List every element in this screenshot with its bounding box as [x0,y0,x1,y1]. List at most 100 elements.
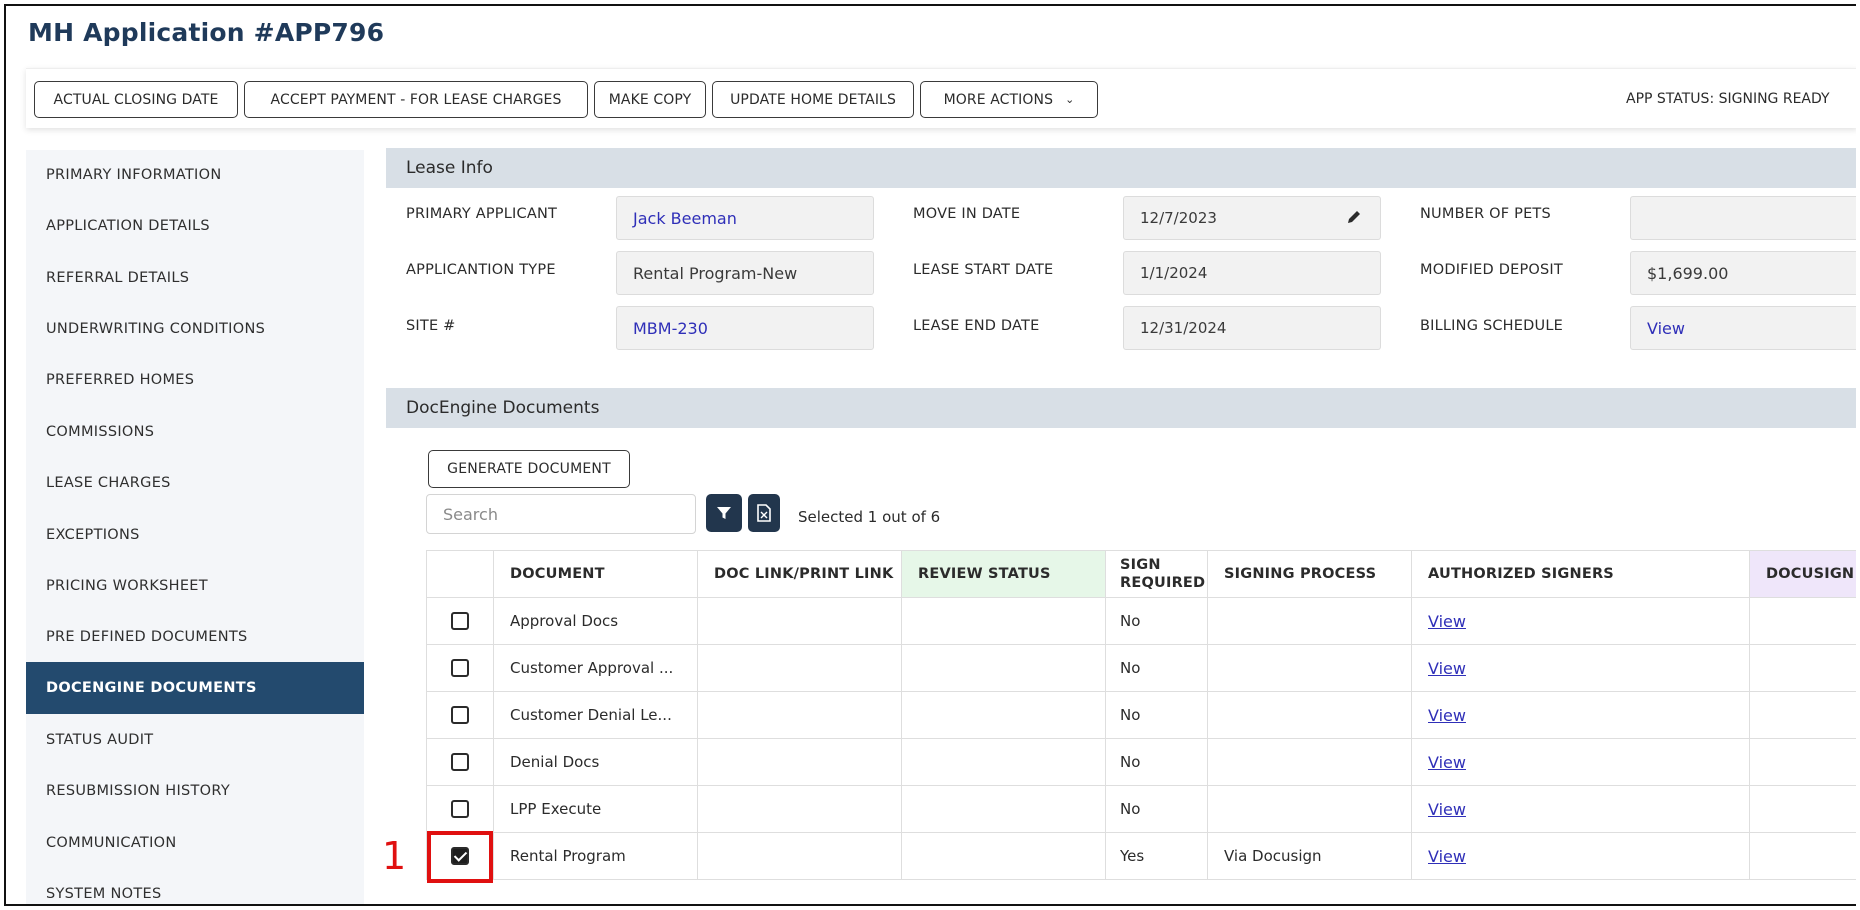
authorized-signers-view-link[interactable]: View [1428,612,1466,631]
search-input[interactable] [426,494,696,534]
review-status-cell [902,645,1106,692]
move-in-date-field[interactable]: 12/7/2023 [1123,196,1381,240]
sidebar-item-status-audit[interactable]: STATUS AUDIT [26,715,364,765]
row-checkbox[interactable] [451,706,469,724]
review-status-cell [902,692,1106,739]
selection-count: Selected 1 out of 6 [798,508,941,526]
sidebar-item-primary-information[interactable]: PRIMARY INFORMATION [26,150,364,200]
signing-process-cell [1208,692,1412,739]
sign-required-cell: No [1106,786,1208,833]
doc-link-cell [698,692,902,739]
actual-closing-date-button[interactable]: ACTUAL CLOSING DATE [34,81,238,118]
row-checkbox[interactable] [451,800,469,818]
authorized-signers-cell: View [1412,739,1750,786]
sidebar-item-referral-details[interactable]: REFERRAL DETAILS [26,253,364,303]
more-actions-label: MORE ACTIONS [943,91,1054,108]
document-name: Denial Docs [494,739,698,786]
doc-link-cell [698,833,902,880]
authorized-signers-cell: View [1412,645,1750,692]
excel-file-icon [757,504,771,522]
documents-table: DOCUMENT DOC LINK/PRINT LINK REVIEW STAT… [426,550,1856,882]
row-checkbox[interactable] [451,753,469,771]
export-excel-button[interactable] [748,494,780,532]
lease-start-date-label: LEASE START DATE [913,262,1054,278]
generate-document-button[interactable]: GENERATE DOCUMENT [428,450,630,488]
sign-required-cell: No [1106,739,1208,786]
authorized-signers-cell: View [1412,786,1750,833]
number-of-pets-label: NUMBER OF PETS [1420,206,1551,222]
docusign-status-cell [1750,786,1856,833]
review-status-cell [902,833,1106,880]
signing-process-cell: Via Docusign [1208,833,1412,880]
authorized-signers-cell: View [1412,833,1750,880]
sidebar-item-underwriting-conditions[interactable]: UNDERWRITING CONDITIONS [26,304,364,354]
sidebar-item-pre-defined-documents[interactable]: PRE DEFINED DOCUMENTS [26,612,364,662]
primary-applicant-link[interactable]: Jack Beeman [616,196,874,240]
lease-start-date-value: 1/1/2024 [1123,251,1381,295]
pencil-icon[interactable] [1346,209,1362,225]
col-docusign-status[interactable]: DOCUSIGN S [1750,550,1856,598]
lease-info-heading: Lease Info [386,148,1856,188]
sidebar-nav: PRIMARY INFORMATION APPLICATION DETAILS … [26,150,364,904]
more-actions-dropdown[interactable]: MORE ACTIONS ⌄ [920,81,1098,118]
sidebar-item-application-details[interactable]: APPLICATION DETAILS [26,201,364,251]
sidebar-item-pricing-worksheet[interactable]: PRICING WORKSHEET [26,561,364,611]
application-type-value: Rental Program-New [616,251,874,295]
annotation-number: 1 [382,834,407,878]
sign-required-cell: No [1106,692,1208,739]
row-checkbox[interactable] [451,612,469,630]
signing-process-cell [1208,645,1412,692]
sidebar-item-exceptions[interactable]: EXCEPTIONS [26,510,364,560]
sidebar-item-communication[interactable]: COMMUNICATION [26,818,364,868]
row-checkbox-cell [426,739,494,786]
col-sign-required[interactable]: SIGN REQUIRED [1106,550,1208,598]
review-status-cell [902,598,1106,645]
primary-applicant-label: PRIMARY APPLICANT [406,206,558,222]
col-signing-process[interactable]: SIGNING PROCESS [1208,550,1412,598]
authorized-signers-view-link[interactable]: View [1428,800,1466,819]
move-in-date-label: MOVE IN DATE [913,206,1021,222]
col-doc-link[interactable]: DOC LINK/PRINT LINK [698,550,902,598]
site-link[interactable]: MBM-230 [616,306,874,350]
row-checkbox-cell [426,786,494,833]
modified-deposit-value: $1,699.00 [1630,251,1856,295]
update-home-details-button[interactable]: UPDATE HOME DETAILS [712,81,914,118]
sidebar-item-docengine-documents[interactable]: DOCENGINE DOCUMENTS [26,662,364,714]
billing-schedule-label: BILLING SCHEDULE [1420,318,1563,334]
lease-end-date-label: LEASE END DATE [913,318,1040,334]
billing-schedule-link[interactable]: View [1630,306,1856,350]
make-copy-button[interactable]: MAKE COPY [594,81,706,118]
modified-deposit-label: MODIFIED DEPOSIT [1420,262,1563,278]
sidebar-item-system-notes[interactable]: SYSTEM NOTES [26,869,364,904]
number-of-pets-value [1630,196,1856,240]
doc-link-cell [698,739,902,786]
signing-process-cell [1208,598,1412,645]
review-status-cell [902,786,1106,833]
filter-button[interactable] [706,494,742,532]
document-name: Customer Denial Le... [494,692,698,739]
row-checkbox[interactable] [451,659,469,677]
col-document[interactable]: DOCUMENT [494,550,698,598]
authorized-signers-view-link[interactable]: View [1428,706,1466,725]
doc-link-cell [698,645,902,692]
signing-process-cell [1208,739,1412,786]
col-authorized-signers[interactable]: AUTHORIZED SIGNERS [1412,550,1750,598]
sidebar-item-commissions[interactable]: COMMISSIONS [26,407,364,457]
move-in-date-value: 12/7/2023 [1140,209,1217,227]
authorized-signers-view-link[interactable]: View [1428,659,1466,678]
authorized-signers-view-link[interactable]: View [1428,847,1466,866]
row-checkbox-cell [426,692,494,739]
docusign-status-cell [1750,645,1856,692]
sidebar-item-lease-charges[interactable]: LEASE CHARGES [26,458,364,508]
sidebar-item-preferred-homes[interactable]: PREFERRED HOMES [26,355,364,405]
sidebar-item-resubmission-history[interactable]: RESUBMISSION HISTORY [26,766,364,816]
doc-link-cell [698,598,902,645]
doc-link-cell [698,786,902,833]
document-name: Approval Docs [494,598,698,645]
annotation-highlight-box [427,831,493,883]
document-name: LPP Execute [494,786,698,833]
col-review-status[interactable]: REVIEW STATUS [902,550,1106,598]
authorized-signers-view-link[interactable]: View [1428,753,1466,772]
accept-payment-button[interactable]: ACCEPT PAYMENT - FOR LEASE CHARGES [244,81,588,118]
docusign-status-cell [1750,598,1856,645]
